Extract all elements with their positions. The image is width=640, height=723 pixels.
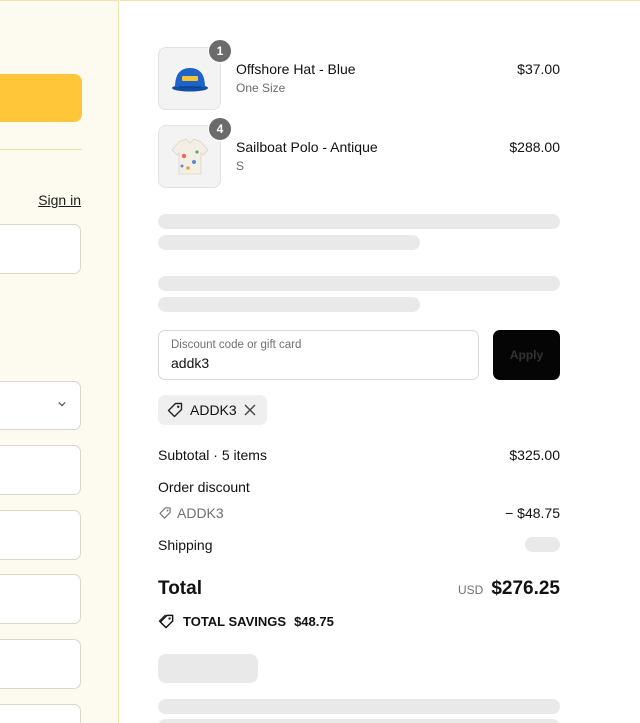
quantity-badge: 4 xyxy=(208,117,232,141)
discount-code-line: ADDK3 xyxy=(158,505,224,521)
loading-skeleton xyxy=(158,719,560,723)
currency-code: USD xyxy=(457,583,484,597)
savings-value: $48.75 xyxy=(294,614,334,629)
item-variant: S xyxy=(236,159,245,173)
discount-field-value: addk3 xyxy=(171,355,210,371)
quantity-badge: 1 xyxy=(208,39,232,63)
address-field-1[interactable] xyxy=(0,445,81,495)
express-checkout-button[interactable] xyxy=(0,74,82,122)
savings-label: TOTAL SAVINGS xyxy=(183,614,287,629)
country-select[interactable] xyxy=(0,381,81,430)
applied-discount-chip: ADDK3 xyxy=(158,395,267,425)
line-item: 1 Offshore Hat - Blue One Size $37.00 xyxy=(158,39,560,111)
discount-amount: − $48.75 xyxy=(505,505,560,521)
item-name: Sailboat Polo - Antique xyxy=(236,139,378,155)
applied-code-label: ADDK3 xyxy=(190,402,237,418)
tag-icon xyxy=(166,401,184,419)
checkout-page: Sign in 1 Offshore Hat - Blue One Size $… xyxy=(0,0,640,723)
shipping-label: Shipping xyxy=(158,537,213,553)
subtotal-value: $325.00 xyxy=(509,447,560,463)
loading-skeleton xyxy=(158,214,560,229)
section-divider xyxy=(0,149,82,150)
address-field-3[interactable] xyxy=(0,574,81,624)
savings-tag-icon xyxy=(158,614,174,629)
discount-code-input[interactable]: Discount code or gift card addk3 xyxy=(158,330,479,380)
loading-skeleton xyxy=(158,654,258,683)
discount-field-label: Discount code or gift card xyxy=(171,339,302,351)
loading-skeleton xyxy=(158,297,420,312)
total-savings: TOTAL SAVINGS $48.75 xyxy=(158,613,334,630)
total-amount: USD $276.25 xyxy=(458,578,560,600)
checkout-form-column: Sign in xyxy=(0,0,119,723)
loading-skeleton xyxy=(158,235,420,250)
address-field-4[interactable] xyxy=(0,639,81,689)
item-price: $288.00 xyxy=(509,139,560,155)
email-field[interactable] xyxy=(0,224,81,274)
order-discount-label: Order discount xyxy=(158,479,250,495)
address-field-5[interactable] xyxy=(0,704,81,723)
shipping-loading-skeleton xyxy=(525,537,560,552)
item-name: Offshore Hat - Blue xyxy=(236,61,356,77)
loading-skeleton xyxy=(158,276,560,291)
order-summary: 1 Offshore Hat - Blue One Size $37.00 4 … xyxy=(120,0,640,723)
item-price: $37.00 xyxy=(517,61,560,77)
total-label: Total xyxy=(158,578,202,599)
tag-icon xyxy=(159,507,171,519)
line-item: 4 Sailboat Polo - Antique S $288.00 xyxy=(158,117,560,189)
loading-skeleton xyxy=(158,699,560,714)
close-icon[interactable] xyxy=(243,403,257,417)
apply-button[interactable]: Apply xyxy=(493,330,560,380)
item-variant: One Size xyxy=(236,81,286,95)
chevron-down-icon xyxy=(58,401,66,407)
sign-in-link[interactable]: Sign in xyxy=(38,192,81,208)
subtotal-label: Subtotal · 5 items xyxy=(158,447,267,463)
product-thumbnail: 4 xyxy=(158,117,232,188)
discount-code-text: ADDK3 xyxy=(177,505,224,521)
product-thumbnail: 1 xyxy=(158,39,232,110)
total-value: $276.25 xyxy=(491,578,560,599)
address-field-2[interactable] xyxy=(0,510,81,560)
